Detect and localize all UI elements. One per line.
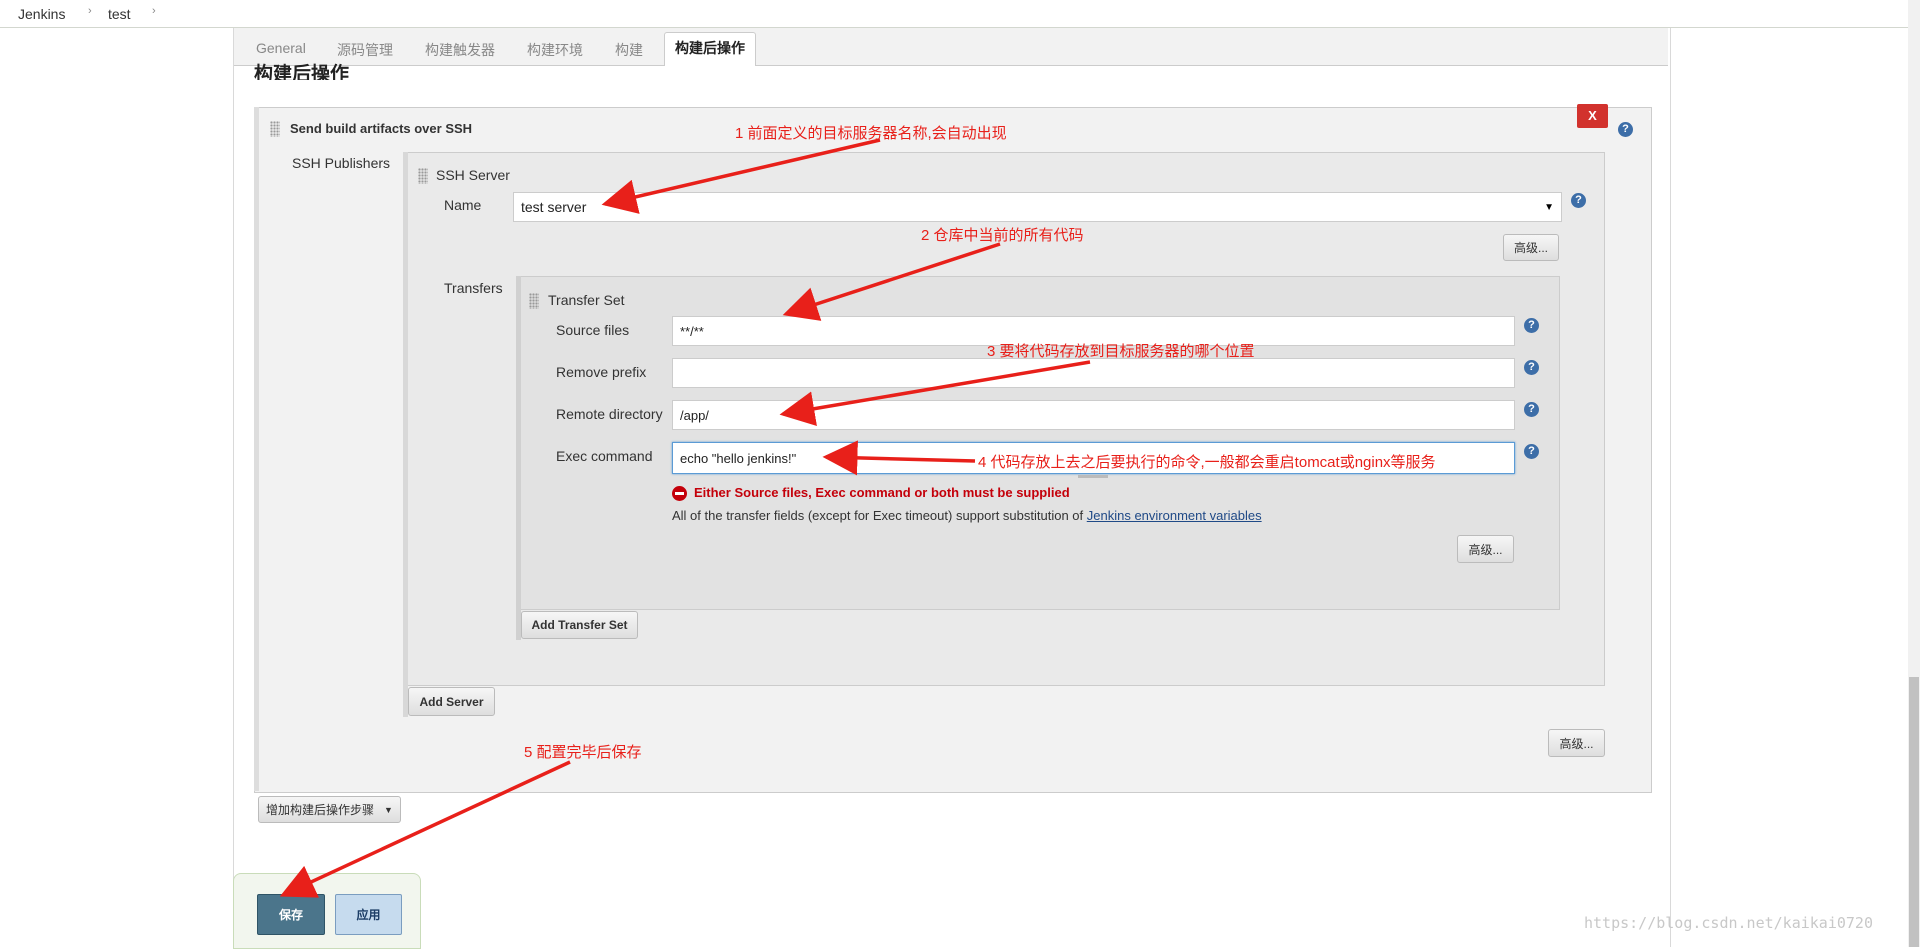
annotation-arrow-1 xyxy=(601,138,881,214)
scrollbar-thumb[interactable] xyxy=(1909,677,1919,947)
watermark: https://blog.csdn.net/kaikai0720 xyxy=(1584,914,1873,932)
annotation-arrow-5 xyxy=(279,760,571,898)
annotation-4: 4 代码存放上去之后要执行的命令,一般都会重启tomcat或nginx等服务 xyxy=(978,454,1436,471)
annotation-arrow-2 xyxy=(782,242,1001,321)
annotation-arrow-3 xyxy=(779,360,1091,426)
annotation-2: 2 仓库中当前的所有代码 xyxy=(921,227,1084,244)
annotation-1: 1 前面定义的目标服务器名称,会自动出现 xyxy=(735,125,1007,142)
annotation-5: 5 配置完毕后保存 xyxy=(524,744,642,761)
annotation-3: 3 要将代码存放到目标服务器的哪个位置 xyxy=(987,343,1255,360)
annotation-arrow-4 xyxy=(822,440,976,476)
